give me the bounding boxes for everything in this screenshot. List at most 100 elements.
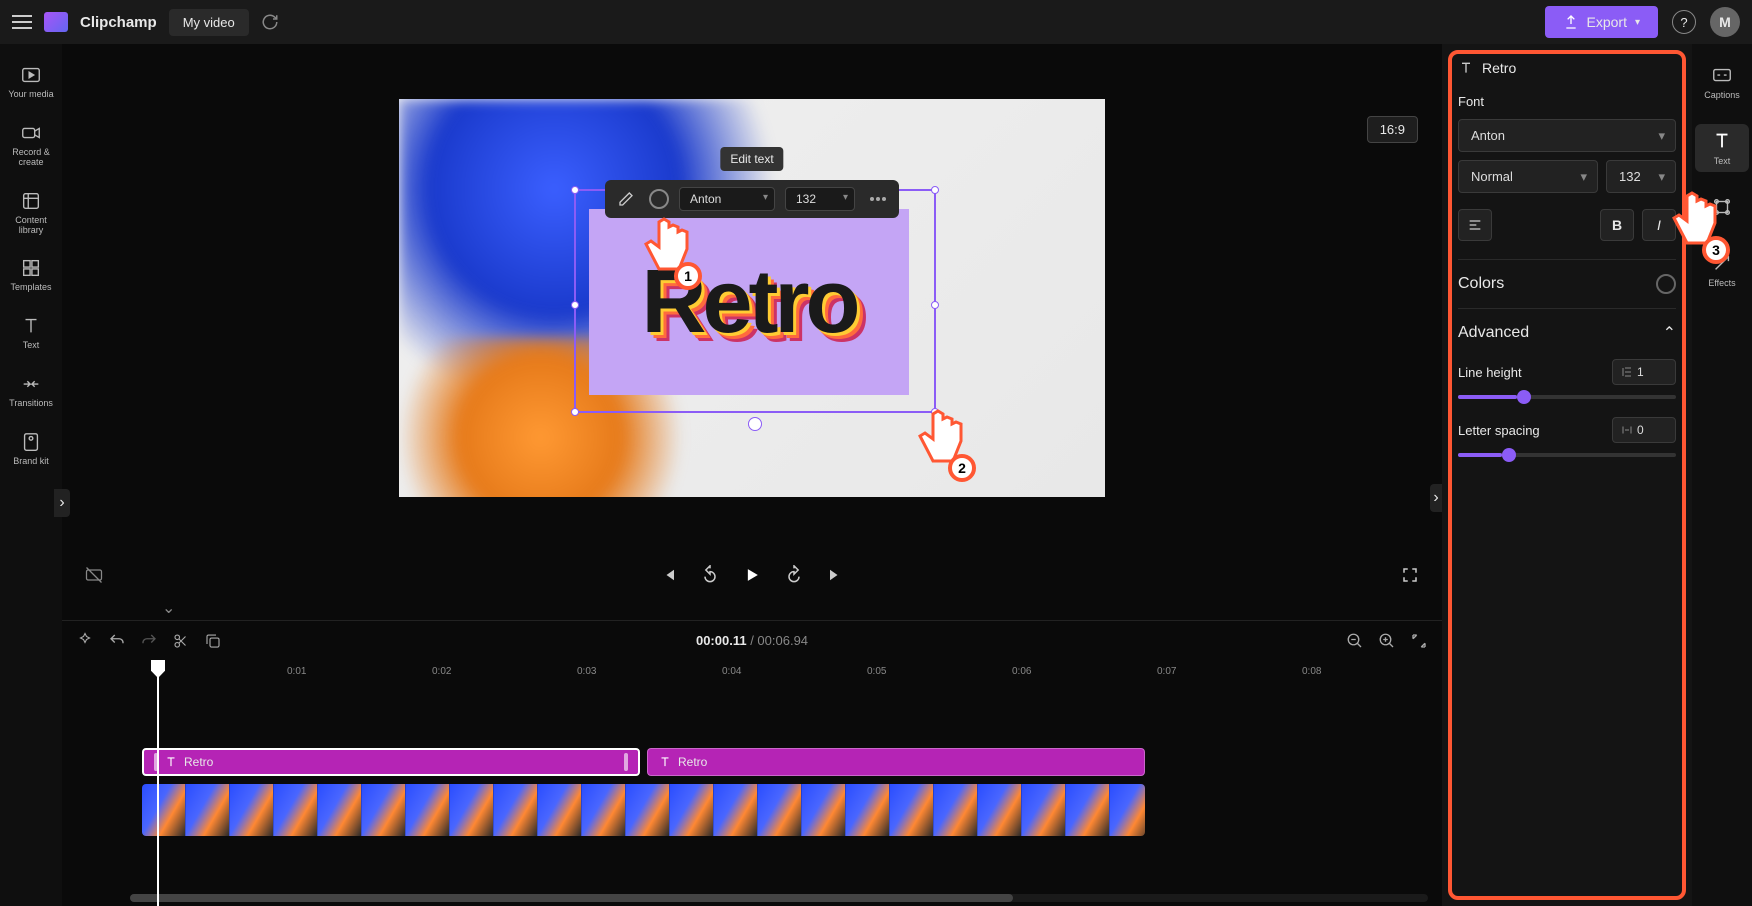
- line-height-input[interactable]: 1: [1612, 359, 1676, 385]
- fit-button[interactable]: [1410, 632, 1428, 650]
- rail-brand-kit[interactable]: Brand kit: [2, 421, 60, 477]
- italic-button[interactable]: I: [1642, 209, 1676, 241]
- rail-label: Text: [1714, 156, 1731, 166]
- slider-thumb[interactable]: [1517, 390, 1531, 404]
- captions-icon: [1711, 64, 1733, 86]
- brand-icon: [20, 431, 42, 453]
- time-display: 00:00.11 / 00:06.94: [696, 633, 808, 648]
- line-height-slider[interactable]: [1458, 395, 1676, 399]
- prev-button[interactable]: [656, 563, 680, 587]
- rail-transform[interactable]: [1695, 190, 1749, 228]
- duration: 00:06.94: [757, 633, 808, 648]
- ruler-tick: 0:08: [1302, 666, 1321, 677]
- export-button[interactable]: Export ▾: [1545, 6, 1659, 38]
- rail-captions[interactable]: Captions: [1695, 58, 1749, 106]
- avatar[interactable]: M: [1710, 7, 1740, 37]
- rail-your-media[interactable]: Your media: [2, 54, 60, 110]
- current-time: 00:00.11: [696, 633, 747, 648]
- font-size-select[interactable]: 132: [785, 187, 855, 211]
- fullscreen-button[interactable]: [1398, 563, 1422, 587]
- font-size-select[interactable]: 132: [1606, 160, 1676, 193]
- time-sep: /: [747, 633, 758, 648]
- text-clip-selected[interactable]: Retro: [142, 748, 640, 776]
- help-button[interactable]: ?: [1672, 10, 1696, 34]
- right-rail: Captions Text Effects: [1692, 44, 1752, 906]
- rail-effects[interactable]: Effects: [1695, 246, 1749, 294]
- more-options-button[interactable]: [865, 186, 891, 212]
- bold-button[interactable]: B: [1600, 209, 1634, 241]
- magic-icon[interactable]: [76, 632, 94, 650]
- zoom-out-button[interactable]: [1346, 632, 1364, 650]
- resize-handle-ml[interactable]: [571, 301, 579, 309]
- forward-button[interactable]: [782, 563, 806, 587]
- slider-thumb[interactable]: [1502, 448, 1516, 462]
- letter-spacing-value: 0: [1637, 423, 1644, 437]
- timeline[interactable]: 0:01 0:02 0:03 0:04 0:05 0:06 0:07 0:08 …: [62, 660, 1442, 906]
- split-button[interactable]: [172, 632, 190, 650]
- play-button[interactable]: [740, 563, 764, 587]
- color-picker-button[interactable]: [649, 189, 669, 209]
- rotate-handle[interactable]: [748, 417, 762, 431]
- playback-controls: [62, 552, 1442, 598]
- line-height-icon: [1621, 366, 1633, 378]
- clip-label: Retro: [184, 755, 213, 769]
- video-clip[interactable]: [142, 784, 1145, 836]
- chevron-up-icon: ⌃: [1663, 323, 1676, 343]
- resize-handle-bl[interactable]: [571, 408, 579, 416]
- undo-button[interactable]: [108, 632, 126, 650]
- text-clip[interactable]: Retro: [647, 748, 1145, 776]
- effects-icon: [1711, 252, 1733, 274]
- next-button[interactable]: [824, 563, 848, 587]
- scrollbar-thumb[interactable]: [130, 894, 1013, 902]
- letter-spacing-input[interactable]: 0: [1612, 417, 1676, 443]
- playhead[interactable]: [157, 660, 159, 906]
- video-title[interactable]: My video: [169, 9, 249, 36]
- zoom-in-button[interactable]: [1378, 632, 1396, 650]
- play-icon: [742, 565, 762, 585]
- collapse-panel-button[interactable]: ›: [1430, 484, 1442, 512]
- edit-pencil-button[interactable]: [613, 186, 639, 212]
- text-icon: [1458, 60, 1474, 76]
- advanced-heading: Advanced: [1458, 324, 1529, 342]
- rail-templates[interactable]: Templates: [2, 247, 60, 303]
- font-select[interactable]: Anton: [679, 187, 775, 211]
- redo-button[interactable]: [140, 632, 158, 650]
- rewind-button[interactable]: [698, 563, 722, 587]
- resize-handle-mr[interactable]: [931, 301, 939, 309]
- menu-icon[interactable]: [12, 15, 32, 29]
- font-family-select[interactable]: Anton: [1458, 119, 1676, 152]
- copy-button[interactable]: [204, 632, 222, 650]
- sync-icon[interactable]: [261, 13, 279, 31]
- resize-handle-tr[interactable]: [931, 186, 939, 194]
- timeline-toolbar: 00:00.11 / 00:06.94: [62, 620, 1442, 660]
- ruler-tick: 0:03: [577, 666, 596, 677]
- collapse-tracks-button[interactable]: ⌄: [162, 598, 175, 620]
- rail-text-props[interactable]: Text: [1695, 124, 1749, 172]
- selection-box[interactable]: [574, 189, 936, 413]
- text-icon: [658, 755, 672, 769]
- font-weight-select[interactable]: Normal: [1458, 160, 1598, 193]
- clip-label: Retro: [678, 755, 707, 769]
- resize-handle-tl[interactable]: [571, 186, 579, 194]
- rail-content-library[interactable]: Content library: [2, 180, 60, 246]
- color-swatch[interactable]: [1656, 274, 1676, 294]
- forward-icon: [784, 565, 804, 585]
- rail-record[interactable]: Record & create: [2, 112, 60, 178]
- rail-text[interactable]: Text: [2, 305, 60, 361]
- aspect-ratio-button[interactable]: 16:9: [1367, 116, 1418, 143]
- letter-spacing-slider[interactable]: [1458, 453, 1676, 457]
- hide-preview-button[interactable]: [82, 563, 106, 587]
- italic-label: I: [1657, 217, 1661, 233]
- transform-icon: [1711, 196, 1733, 218]
- clip-handle-right[interactable]: [624, 753, 628, 771]
- rail-label: Your media: [8, 90, 53, 100]
- advanced-toggle[interactable]: Advanced ⌃: [1458, 323, 1676, 343]
- rail-label: Captions: [1704, 90, 1740, 100]
- resize-handle-br[interactable]: [931, 408, 939, 416]
- rail-label: Templates: [10, 283, 51, 293]
- ruler[interactable]: 0:01 0:02 0:03 0:04 0:05 0:06 0:07 0:08 …: [62, 660, 1442, 688]
- rail-transitions[interactable]: Transitions: [2, 363, 60, 419]
- align-button[interactable]: [1458, 209, 1492, 241]
- horizontal-scrollbar[interactable]: [130, 894, 1428, 902]
- rail-label: Transitions: [9, 399, 53, 409]
